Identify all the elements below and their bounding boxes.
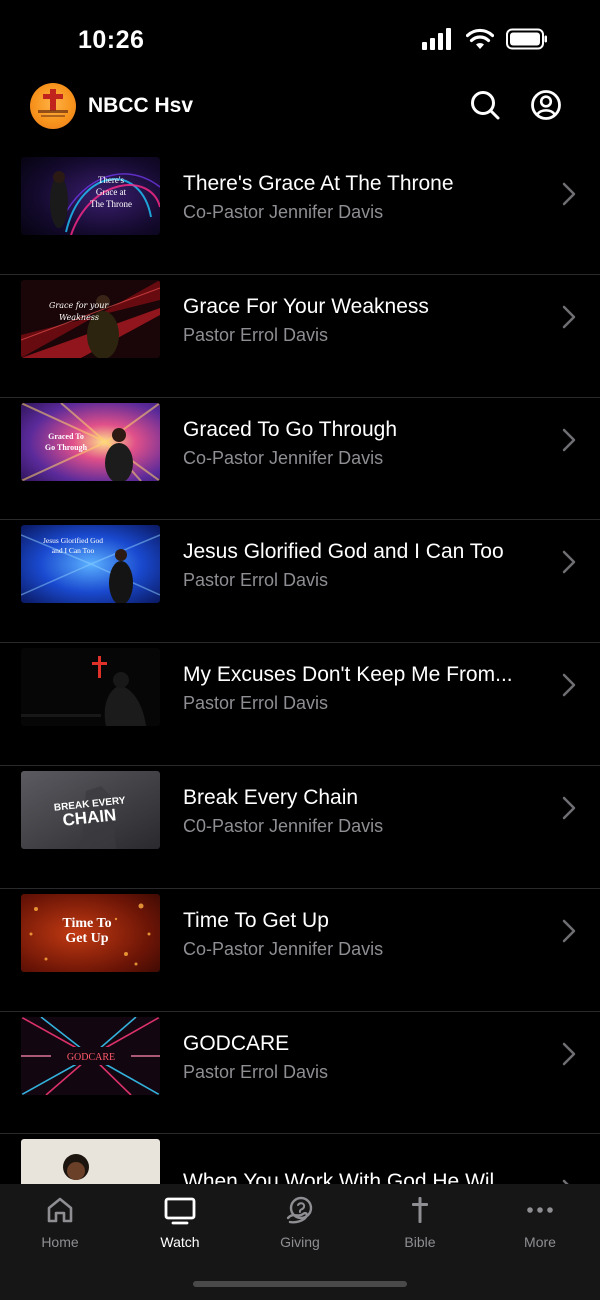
sermon-speaker: Co-Pastor Jennifer Davis <box>183 447 384 468</box>
sermon-thumbnail: BREAK EVERY CHAIN <box>21 770 160 849</box>
church-logo[interactable] <box>30 83 76 129</box>
tab-giving[interactable]: Giving <box>240 1194 360 1258</box>
chevron-right-icon <box>562 673 576 697</box>
home-icon <box>47 1197 73 1223</box>
app-title: NBCC Hsv <box>88 94 194 117</box>
tab-bible[interactable]: Bible <box>360 1194 480 1258</box>
sermon-thumbnail: GODCARE <box>21 1016 160 1095</box>
tab-label: More <box>524 1234 556 1250</box>
status-icons <box>422 28 548 50</box>
sermon-title: When You Work With God He Wil... <box>183 1170 512 1184</box>
sermon-speaker: Pastor Errol Davis <box>183 693 329 714</box>
sermon-title: Graced To Go Through <box>183 417 398 441</box>
profile-icon[interactable] <box>529 88 563 122</box>
tab-label: Home <box>41 1234 79 1250</box>
sermon-list-item[interactable]: GODCARE GODCARE Pastor Errol Davis <box>0 1012 600 1135</box>
sermon-list-item[interactable]: Time To Get Up Time To Get Up Co-Pastor … <box>0 889 600 1012</box>
cross-icon <box>412 1197 428 1223</box>
sermon-speaker: C0-Pastor Jennifer Davis <box>183 815 384 836</box>
tab-bar: Home Watch Giving Bible More <box>0 1184 600 1300</box>
sermon-list-item[interactable]: Jesus Glorified God and I Can Too Jesus … <box>0 520 600 644</box>
tab-label: Bible <box>404 1234 436 1250</box>
wifi-icon <box>466 28 494 49</box>
sermon-speaker: Pastor Errol Davis <box>183 324 329 345</box>
home-indicator <box>193 1281 407 1287</box>
sermon-thumbnail: There's Grace at The Throne <box>21 157 160 235</box>
battery-icon <box>506 28 547 50</box>
sermon-list-item[interactable]: Grace for your Weakness Grace For Your W… <box>0 275 600 398</box>
tab-label: Giving <box>280 1234 320 1250</box>
sermon-title: Jesus Glorified God and I Can Too <box>183 540 504 564</box>
signal-icon <box>422 28 451 50</box>
svg-text:Weakness: Weakness <box>59 313 99 322</box>
more-icon <box>527 1207 553 1213</box>
sermon-thumbnail: Grace for your Weakness <box>21 279 160 358</box>
search-icon[interactable] <box>468 88 502 122</box>
chevron-right-icon <box>562 919 576 943</box>
sermon-speaker: Co-Pastor Jennifer Davis <box>183 202 384 222</box>
svg-text:The Throne: The Throne <box>90 199 132 209</box>
sermon-list-item[interactable]: BREAK EVERY CHAIN Break Every Chain C0-P… <box>0 766 600 889</box>
giving-icon <box>286 1196 313 1224</box>
chevron-right-icon <box>562 1042 576 1065</box>
svg-text:There's: There's <box>98 175 125 185</box>
svg-text:and I Can Too: and I Can Too <box>52 546 95 555</box>
svg-text:Grace at: Grace at <box>96 187 127 197</box>
sermon-list-item[interactable]: My Excuses Don't Keep Me From... Pastor … <box>0 643 600 766</box>
logo-cross-icon <box>38 89 68 117</box>
sermon-list-item[interactable]: There's Grace at The Throne There's Grac… <box>0 152 600 275</box>
sermon-thumbnail <box>21 1139 160 1184</box>
sermon-title: Time To Get Up <box>183 908 329 932</box>
sermon-title: Grace For Your Weakness <box>183 294 429 318</box>
svg-text:Jesus Glorified God: Jesus Glorified God <box>43 536 103 545</box>
sermon-title: There's Grace At The Throne <box>183 172 454 195</box>
tab-home[interactable]: Home <box>0 1194 120 1258</box>
tab-label: Watch <box>160 1234 200 1250</box>
tab-watch[interactable]: Watch <box>120 1194 240 1258</box>
sermon-title: My Excuses Don't Keep Me From... <box>183 663 513 687</box>
status-time: 10:26 <box>78 26 145 54</box>
tab-more[interactable]: More <box>480 1194 600 1258</box>
app-header: NBCC Hsv <box>0 80 600 152</box>
sermon-thumbnail: Jesus Glorified God and I Can Too <box>21 525 160 604</box>
sermon-speaker: Co-Pastor Jennifer Davis <box>183 938 384 959</box>
tv-icon <box>164 1197 196 1225</box>
svg-text:Grace for your: Grace for your <box>49 301 109 310</box>
sermon-list: There's Grace at The Throne There's Grac… <box>0 152 600 1184</box>
chevron-right-icon <box>562 796 576 820</box>
sermon-speaker: Pastor Errol Davis <box>183 1061 329 1082</box>
sermon-thumbnail: Graced To Go Through <box>21 402 160 481</box>
svg-text:Graced To: Graced To <box>48 432 84 441</box>
svg-text:GODCARE: GODCARE <box>67 1052 115 1063</box>
sermon-title: Break Every Chain <box>183 785 359 809</box>
status-bar: 10:26 <box>0 0 600 80</box>
sermon-list-item[interactable]: When You Work With God He Wil... <box>0 1134 600 1184</box>
sermon-list-item[interactable]: Graced To Go Through Graced To Go Throug… <box>0 398 600 521</box>
svg-text:Get Up: Get Up <box>65 931 108 946</box>
chevron-right-icon <box>562 551 576 574</box>
svg-text:Time To: Time To <box>62 916 111 931</box>
svg-text:Go Through: Go Through <box>45 443 88 452</box>
sermon-title: GODCARE <box>183 1031 290 1055</box>
sermon-speaker: Pastor Errol Davis <box>183 570 329 591</box>
chevron-right-icon <box>562 428 576 451</box>
chevron-right-icon <box>562 182 576 206</box>
sermon-thumbnail: Time To Get Up <box>21 893 160 972</box>
sermon-thumbnail <box>21 648 160 727</box>
chevron-right-icon <box>562 305 576 329</box>
